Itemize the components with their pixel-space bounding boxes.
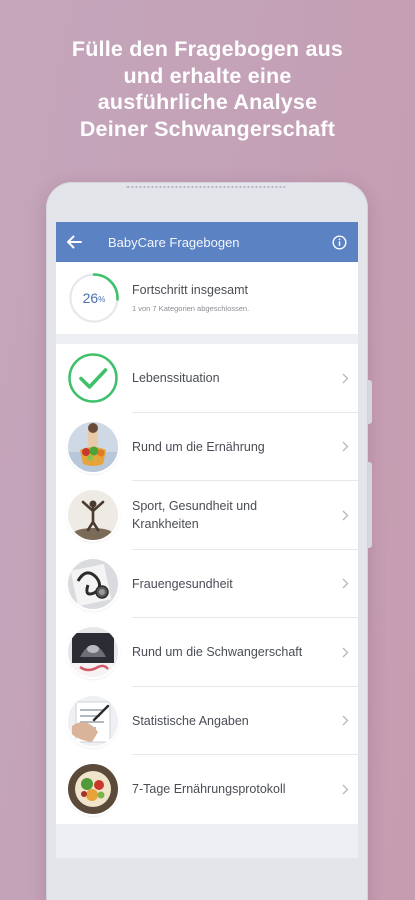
yoga-image bbox=[68, 490, 118, 541]
category-label: Rund um die Schwangerschaft bbox=[132, 645, 303, 660]
phone-speaker bbox=[126, 186, 286, 189]
info-circle-icon bbox=[331, 234, 347, 250]
form-writing-image bbox=[68, 695, 118, 746]
category-row-statistik[interactable]: Statistische Angaben bbox=[56, 687, 358, 755]
headline-line-4: Deiner Schwangerschaft bbox=[79, 116, 336, 141]
chevron-right-icon bbox=[332, 647, 358, 658]
chevron-right-icon bbox=[332, 441, 358, 452]
category-label: Rund um die Ernährung bbox=[132, 439, 265, 454]
headline-line-1: Fülle den Fragebogen aus bbox=[71, 37, 344, 61]
headline-line-2: und erhalte eine bbox=[123, 63, 292, 88]
category-label: Lebenssituation bbox=[132, 371, 220, 386]
chevron-right-icon bbox=[332, 784, 358, 795]
back-button[interactable] bbox=[56, 222, 92, 262]
chevron-right-icon bbox=[332, 373, 358, 384]
category-row-frauengesundheit[interactable]: Frauengesundheit bbox=[56, 550, 358, 618]
food-bowl-image bbox=[68, 764, 118, 815]
stethoscope-image bbox=[68, 558, 118, 609]
category-row-protokoll[interactable]: 7-Tage Ernährungsprotokoll bbox=[56, 755, 358, 824]
category-row-lebenssituation[interactable]: Lebenssituation bbox=[56, 344, 358, 413]
category-row-sport[interactable]: Sport, Gesundheit und Krankheiten bbox=[56, 481, 358, 550]
arrow-left-icon bbox=[67, 235, 82, 249]
nutrition-image bbox=[68, 421, 118, 472]
phone-side-button bbox=[368, 380, 372, 424]
progress-subtitle: 1 von 7 Kategorien abgeschlossen. bbox=[132, 304, 250, 313]
category-list: Lebenssituation Rund um die Ernährung Sp… bbox=[56, 344, 358, 824]
category-label: Sport, Gesundheit und Krankheiten bbox=[132, 499, 258, 532]
progress-card: 26% Fortschritt insgesamt 1 von 7 Katego… bbox=[56, 262, 358, 334]
chevron-right-icon bbox=[332, 715, 358, 726]
headline-line-3: ausführliche Analyse bbox=[97, 90, 318, 114]
progress-percent: 26% bbox=[68, 272, 120, 324]
phone-volume-button bbox=[368, 462, 372, 548]
info-button[interactable] bbox=[320, 222, 358, 262]
chevron-right-icon bbox=[332, 578, 358, 589]
app-bar-title: BabyCare Fragebogen bbox=[108, 234, 240, 250]
category-label: Frauengesundheit bbox=[132, 576, 233, 591]
headline: Fülle den Fragebogen aus und erhalte ein… bbox=[0, 36, 415, 142]
category-label: Statistische Angaben bbox=[132, 713, 249, 728]
check-circle-icon bbox=[68, 353, 118, 404]
phone-screen: BabyCare Fragebogen 26% Fortschritt insg… bbox=[56, 222, 358, 858]
progress-percent-sign: % bbox=[98, 295, 106, 304]
category-row-schwangerschaft[interactable]: Rund um die Schwangerschaft bbox=[56, 618, 358, 687]
app-bar: BabyCare Fragebogen bbox=[56, 222, 358, 262]
chevron-right-icon bbox=[332, 510, 358, 521]
ultrasound-image bbox=[68, 627, 118, 678]
category-row-ernaehrung[interactable]: Rund um die Ernährung bbox=[56, 413, 358, 481]
progress-percent-value: 26 bbox=[82, 290, 99, 306]
progress-ring: 26% bbox=[68, 272, 120, 324]
progress-title: Fortschritt insgesamt bbox=[132, 283, 249, 297]
category-label: 7-Tage Ernährungsprotokoll bbox=[132, 782, 286, 797]
